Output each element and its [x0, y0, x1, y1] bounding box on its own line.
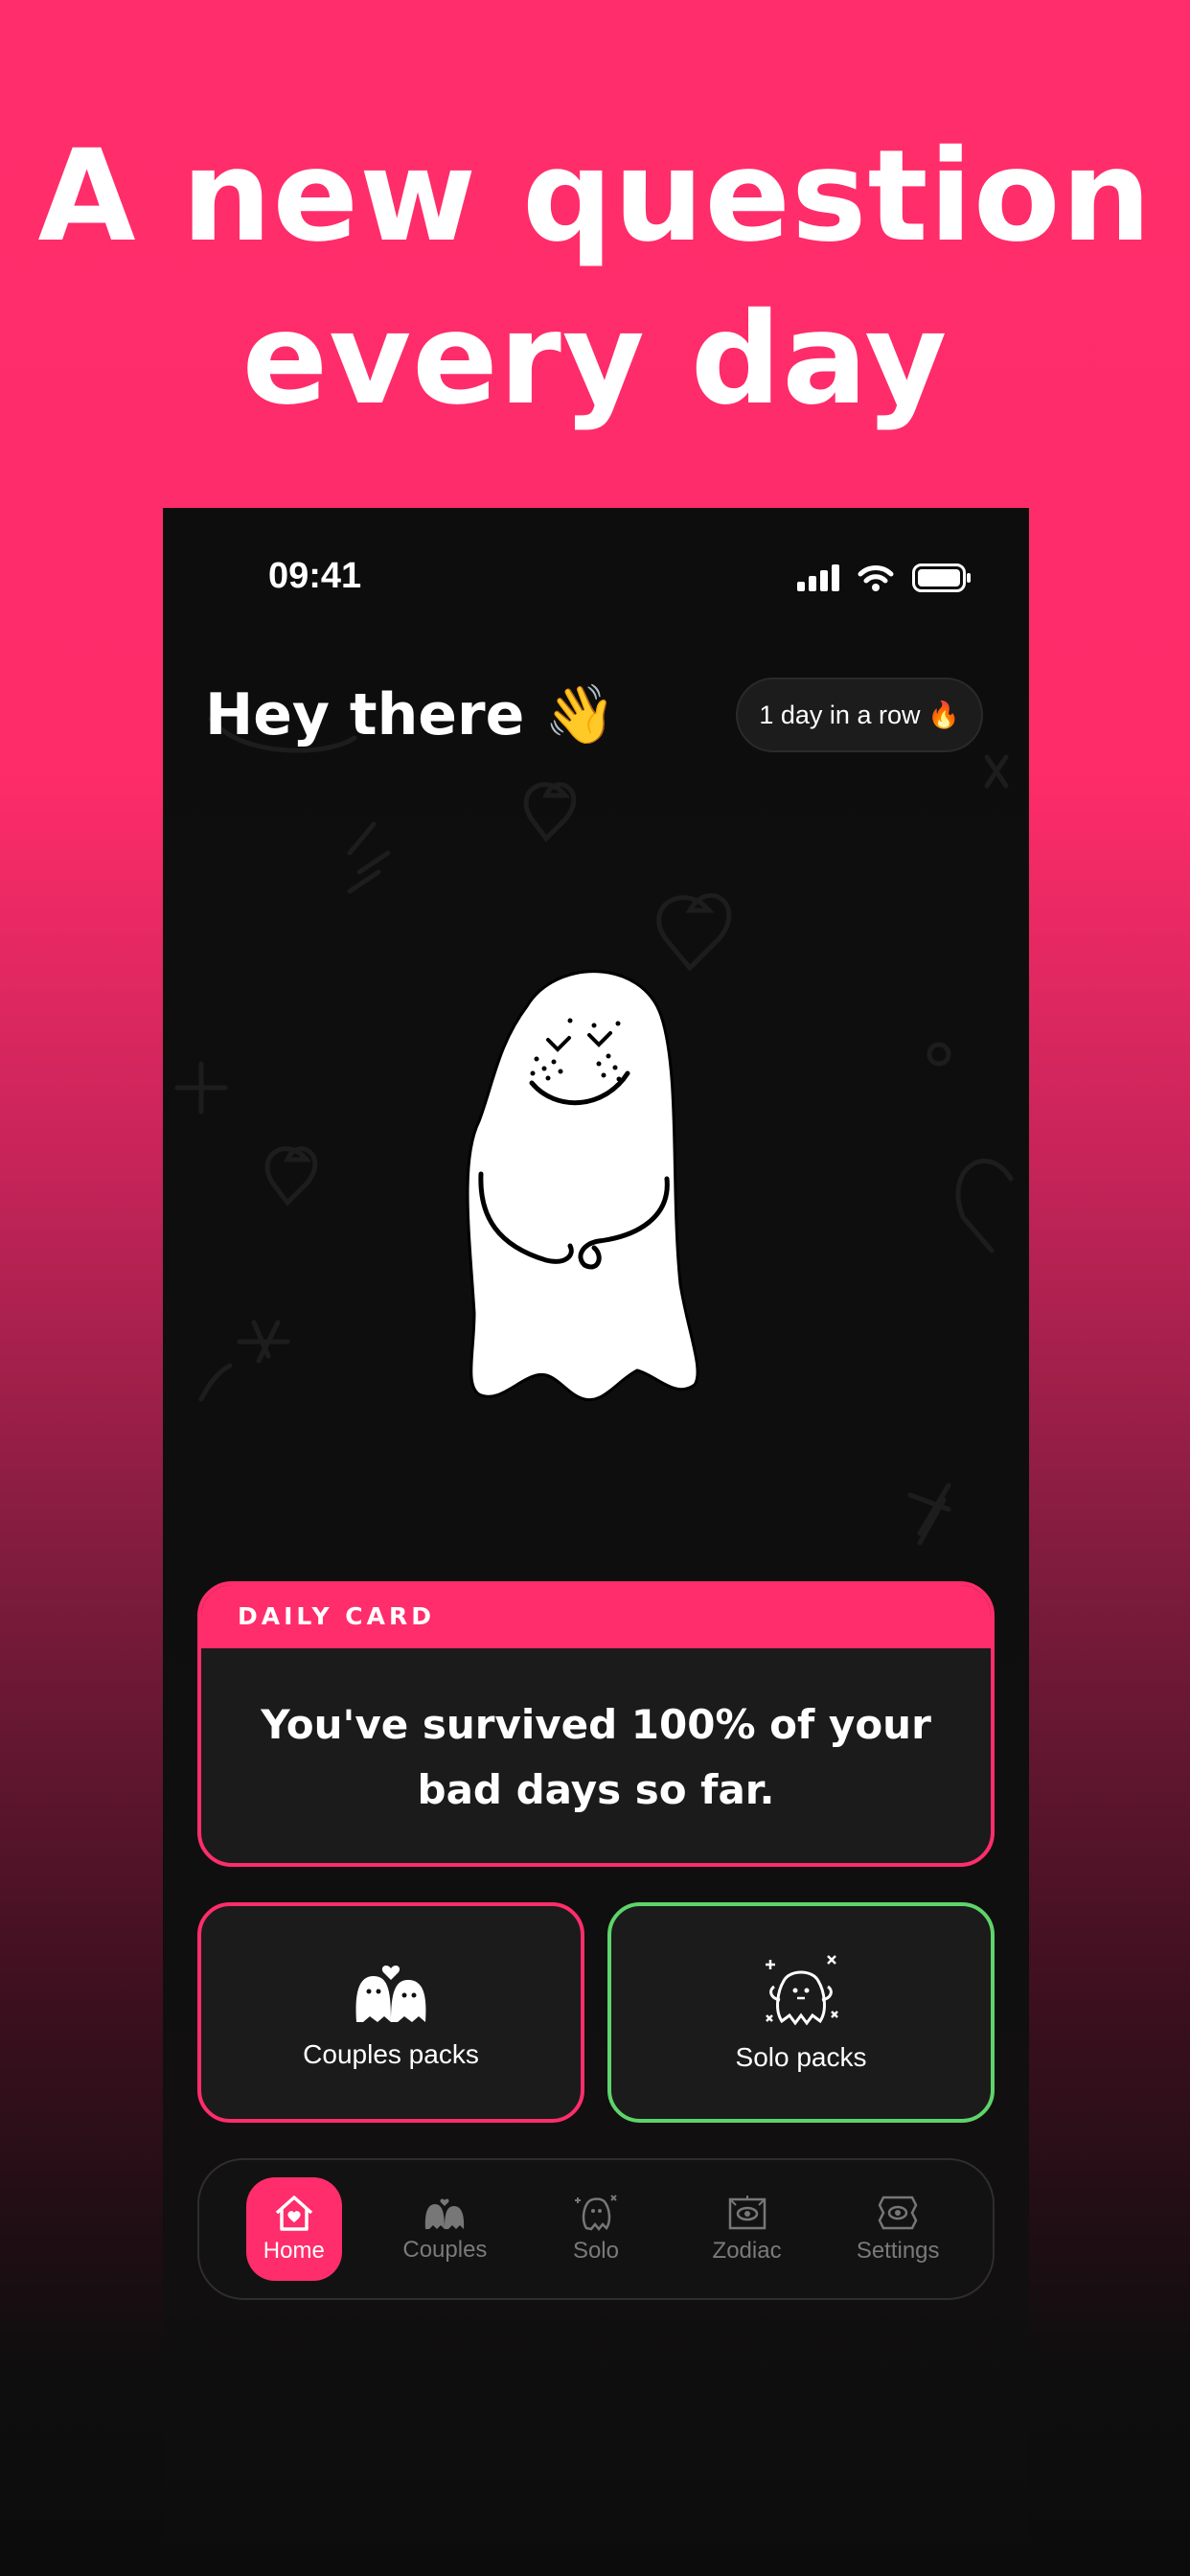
greeting-title: Hey there 👋: [205, 680, 616, 748]
daily-card-question: You've survived 100% of your bad days so…: [261, 1701, 931, 1813]
battery-icon: [912, 564, 971, 592]
tab-settings-label: Settings: [856, 2238, 940, 2264]
promo-headline-line1: A new question: [37, 123, 1153, 270]
tab-solo[interactable]: Solo: [548, 2177, 644, 2281]
solo-icon: [574, 2195, 617, 2232]
ghost-mascot-illustration: [466, 970, 699, 1402]
bottom-tab-bar: Home Couples Solo Zodiac Settings: [197, 2158, 995, 2300]
tab-home[interactable]: Home: [245, 2177, 342, 2281]
status-icons: [797, 564, 972, 592]
phone-screen: 09:41 Hey there 👋 1 day in a row 🔥 DAILY…: [163, 508, 1029, 2576]
daily-card-header: DAILY CARD: [201, 1585, 991, 1648]
streak-label: 1 day in a row: [759, 700, 921, 729]
settings-icon: [878, 2196, 918, 2230]
couples-packs-button[interactable]: Couples packs: [197, 1902, 584, 2123]
signal-icon: [797, 564, 839, 591]
status-time: 09:41: [268, 556, 362, 596]
couples-icon: [425, 2198, 465, 2229]
ghost-solo-icon: [766, 1955, 838, 2026]
tab-couples[interactable]: Couples: [397, 2177, 492, 2281]
tab-zodiac-label: Zodiac: [712, 2238, 782, 2264]
tab-zodiac[interactable]: Zodiac: [699, 2177, 795, 2281]
solo-packs-button[interactable]: Solo packs: [607, 1902, 995, 2123]
couples-packs-label: Couples packs: [303, 2039, 479, 2069]
tab-settings[interactable]: Settings: [850, 2177, 946, 2281]
promo-headline: A new question every day: [0, 115, 1190, 441]
streak-badge[interactable]: 1 day in a row 🔥: [736, 678, 983, 752]
wifi-icon: [858, 565, 894, 591]
wave-icon: 👋: [544, 681, 616, 748]
daily-card[interactable]: DAILY CARD You've survived 100% of your …: [197, 1581, 995, 1867]
tab-couples-label: Couples: [402, 2237, 488, 2263]
tab-home-label: Home: [263, 2238, 325, 2264]
greeting-text: Hey there: [205, 681, 525, 748]
promo-headline-line2: every day: [241, 286, 949, 433]
solo-packs-label: Solo packs: [735, 2042, 867, 2072]
zodiac-icon: [728, 2196, 766, 2230]
tab-solo-label: Solo: [572, 2238, 619, 2264]
ghost-couple-icon: [355, 1966, 426, 2022]
fire-icon: 🔥: [927, 701, 960, 729]
home-icon: [275, 2196, 312, 2231]
